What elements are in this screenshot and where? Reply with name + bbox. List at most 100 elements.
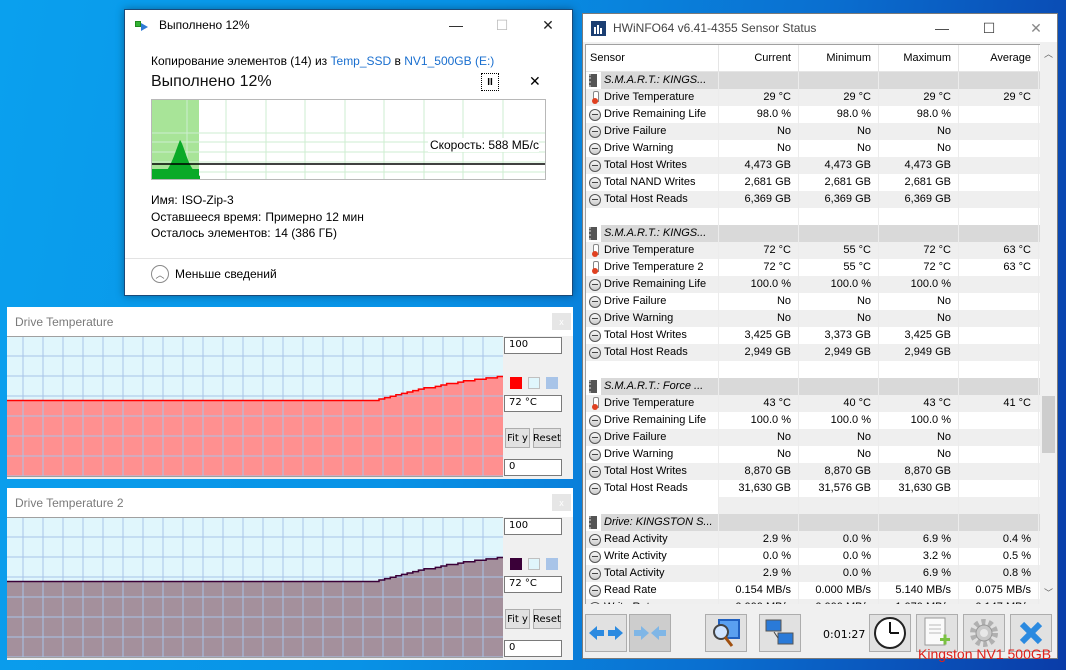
sensor-row[interactable]: Drive Temperature 2 72 °C 55 °C 72 °C 63…	[586, 259, 1040, 276]
column-header-average[interactable]: Average	[959, 45, 1039, 71]
graph-max-field[interactable]: 100	[504, 337, 562, 354]
graph-close-button[interactable]: x	[552, 313, 571, 330]
graph-title: Drive Temperature	[7, 307, 573, 336]
sensor-clock-icon	[589, 465, 601, 478]
sensor-row[interactable]: Drive Failure No No No	[586, 429, 1040, 446]
sensor-row[interactable]: Drive Remaining Life 98.0 % 98.0 % 98.0 …	[586, 106, 1040, 123]
sensor-clock-icon	[589, 142, 601, 155]
sensor-row[interactable]: Drive Warning No No No	[586, 446, 1040, 463]
scroll-down-icon[interactable]: ﹀	[1040, 585, 1057, 602]
reset-button[interactable]: Reset	[533, 428, 561, 448]
sensor-group-row[interactable]: S.M.A.R.T.: KINGS...	[586, 225, 1040, 242]
sensor-row[interactable]: Drive Warning No No No	[586, 310, 1040, 327]
column-header-maximum[interactable]: Maximum	[879, 45, 959, 71]
reset-button[interactable]: Reset	[533, 609, 561, 629]
graph-plot	[7, 336, 503, 477]
source-link[interactable]: Temp_SSD	[331, 54, 392, 68]
sensor-row[interactable]: Write Rate 0.000 MB/s 0.000 MB/s 1.070 M…	[586, 599, 1040, 604]
sensor-row[interactable]: Total Activity 2.9 % 0.0 % 6.9 % 0.8 %	[586, 565, 1040, 582]
cancel-copy-button[interactable]: ✕	[529, 73, 541, 90]
sensor-minimum: 100.0 %	[799, 412, 879, 429]
destination-link[interactable]: NV1_500GB (E:)	[404, 54, 494, 68]
sensor-clock-icon	[589, 533, 601, 546]
sensor-search-button[interactable]	[705, 614, 747, 652]
sensor-row[interactable]: Drive Temperature 29 °C 29 °C 29 °C 29 °…	[586, 89, 1040, 106]
sensor-row[interactable]: Write Activity 0.0 % 0.0 % 3.2 % 0.5 %	[586, 548, 1040, 565]
graph-max-field[interactable]: 100	[504, 518, 562, 535]
time-value: Примерно 12 мин	[265, 209, 364, 224]
scroll-up-icon[interactable]: ︿	[1040, 46, 1057, 63]
expand-all-button[interactable]	[585, 614, 627, 652]
sensor-row[interactable]: Read Activity 2.9 % 0.0 % 6.9 % 0.4 %	[586, 531, 1040, 548]
close-button[interactable]: ✕	[1013, 14, 1059, 42]
column-header-minimum[interactable]: Minimum	[799, 45, 879, 71]
sensor-maximum: No	[879, 140, 959, 157]
fit-y-button[interactable]: Fit y	[505, 609, 530, 629]
sensor-name: Total Activity	[604, 567, 665, 579]
graph-min-field[interactable]: 0	[504, 459, 562, 476]
sensor-row[interactable]: Total Host Reads 2,949 GB 2,949 GB 2,949…	[586, 344, 1040, 361]
sensor-group-row[interactable]: S.M.A.R.T.: Force ...	[586, 378, 1040, 395]
sensor-row[interactable]: Drive Warning No No No	[586, 140, 1040, 157]
sensor-minimum: 0.0 %	[799, 548, 879, 565]
sensor-current: 72 °C	[719, 259, 799, 276]
minimize-button[interactable]: —	[433, 10, 479, 40]
line-color-swatch[interactable]	[510, 558, 522, 570]
close-button[interactable]: ✕	[525, 10, 571, 40]
sensor-row[interactable]: Drive Failure No No No	[586, 293, 1040, 310]
sensor-average	[959, 191, 1039, 208]
sensor-row[interactable]: Total Host Reads 6,369 GB 6,369 GB 6,369…	[586, 191, 1040, 208]
sensor-row[interactable]: Drive Remaining Life 100.0 % 100.0 % 100…	[586, 276, 1040, 293]
vertical-scrollbar[interactable]: ︿ ﹀	[1040, 44, 1057, 604]
sensor-row[interactable]: Read Rate 0.154 MB/s 0.000 MB/s 5.140 MB…	[586, 582, 1040, 599]
column-header-sensor[interactable]: Sensor	[586, 45, 719, 71]
sensor-maximum: No	[879, 310, 959, 327]
sensor-clock-icon	[589, 193, 601, 206]
background-color-swatch[interactable]	[528, 377, 540, 389]
minimize-button[interactable]: —	[919, 14, 965, 42]
sensor-group-row[interactable]: Drive: KINGSTON S...	[586, 514, 1040, 531]
sensor-group-row[interactable]: S.M.A.R.T.: KINGS...	[586, 72, 1040, 89]
fit-y-button[interactable]: Fit y	[505, 428, 530, 448]
maximize-button[interactable]: ☐	[966, 14, 1012, 42]
sensor-maximum: 8,870 GB	[879, 463, 959, 480]
sensor-row[interactable]: Drive Temperature 43 °C 40 °C 43 °C 41 °…	[586, 395, 1040, 412]
sensor-row[interactable]: Drive Temperature 72 °C 55 °C 72 °C 63 °…	[586, 242, 1040, 259]
column-header-current[interactable]: Current	[719, 45, 799, 71]
scrollbar-thumb[interactable]	[1042, 396, 1055, 453]
graph-min-field[interactable]: 0	[504, 640, 562, 657]
grid-color-swatch[interactable]	[546, 377, 558, 389]
sensor-minimum: 0.0 %	[799, 565, 879, 582]
copy-icon	[135, 20, 151, 31]
sensor-current: 100.0 %	[719, 412, 799, 429]
graph-title: Drive Temperature 2	[7, 488, 573, 517]
sensor-row[interactable]: Drive Remaining Life 100.0 % 100.0 % 100…	[586, 412, 1040, 429]
chip-icon	[589, 516, 597, 529]
grid-color-swatch[interactable]	[546, 558, 558, 570]
graph-close-button[interactable]: x	[552, 494, 571, 511]
sensor-name: Drive Remaining Life	[604, 278, 707, 290]
copy-details: Имя: ISO-Zip-3 Оставшееся время: Примерно …	[151, 192, 364, 242]
sensor-maximum: No	[879, 446, 959, 463]
collapse-all-button[interactable]	[629, 614, 671, 652]
sensor-row[interactable]: Total Host Writes 3,425 GB 3,373 GB 3,42…	[586, 327, 1040, 344]
sensor-name: Total Host Writes	[604, 465, 687, 477]
sensor-row[interactable]: Total Host Writes 8,870 GB 8,870 GB 8,87…	[586, 463, 1040, 480]
sensor-row[interactable]: Total Host Reads 31,630 GB 31,576 GB 31,…	[586, 480, 1040, 497]
network-button[interactable]	[759, 614, 801, 652]
less-details-button[interactable]: ︿ Меньше сведений	[151, 265, 277, 283]
sensor-row[interactable]: Drive Failure No No No	[586, 123, 1040, 140]
graph-current-value: 72 °C	[504, 576, 562, 593]
sensor-name: Drive Failure	[604, 125, 667, 137]
pause-button[interactable]: II	[481, 73, 499, 91]
sensor-maximum: 100.0 %	[879, 412, 959, 429]
line-color-swatch[interactable]	[510, 377, 522, 389]
sensor-row[interactable]: Total NAND Writes 2,681 GB 2,681 GB 2,68…	[586, 174, 1040, 191]
background-color-swatch[interactable]	[528, 558, 540, 570]
divider	[125, 258, 572, 259]
sensor-row[interactable]: Total Host Writes 4,473 GB 4,473 GB 4,47…	[586, 157, 1040, 174]
reset-timer-button[interactable]	[869, 614, 911, 652]
close-x-icon	[1019, 621, 1043, 645]
sensor-maximum: 100.0 %	[879, 276, 959, 293]
sensor-name: Total NAND Writes	[604, 176, 696, 188]
